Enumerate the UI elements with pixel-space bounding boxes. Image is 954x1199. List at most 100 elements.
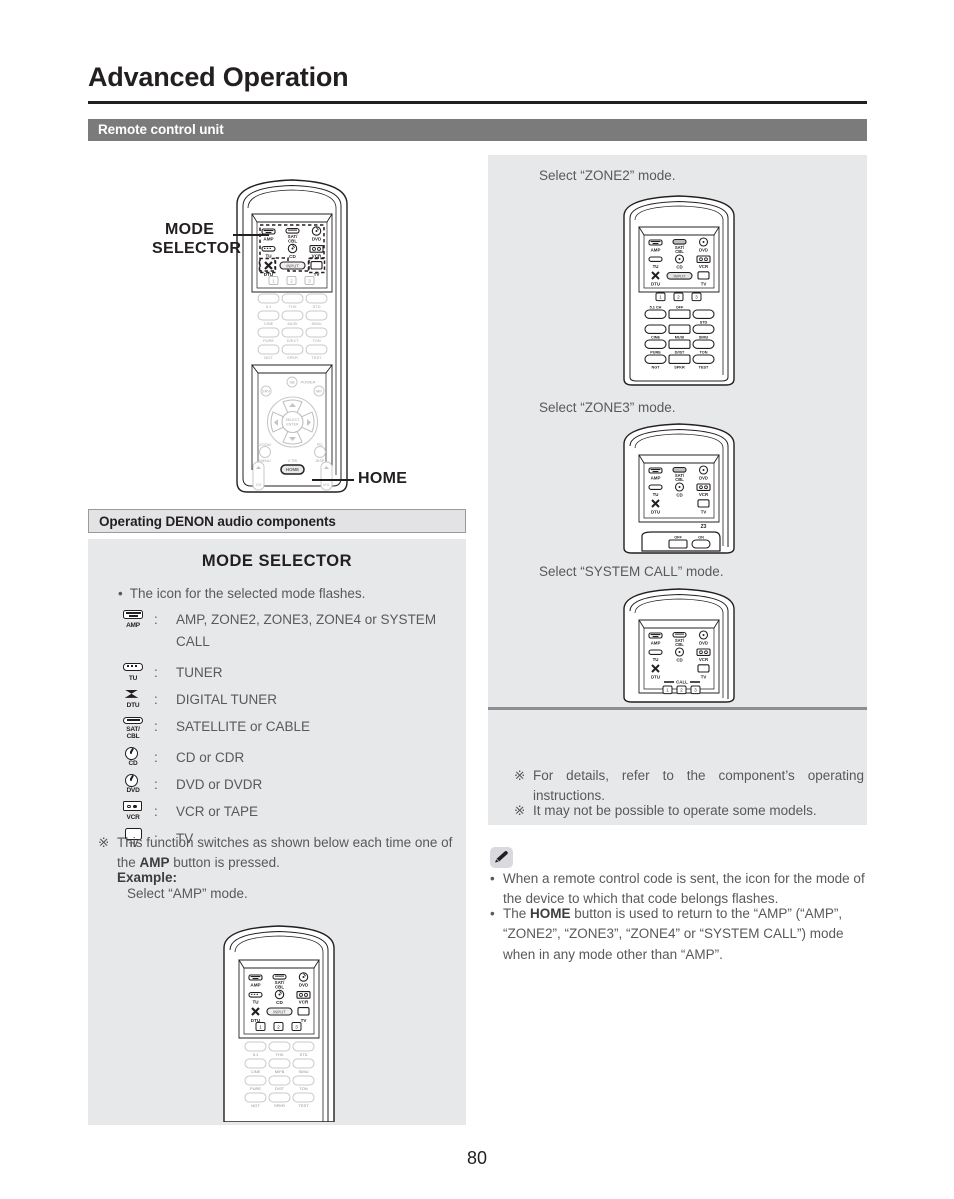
svg-text:AMP: AMP — [651, 641, 661, 646]
svg-text:1: 1 — [259, 1024, 262, 1029]
svg-text:2: 2 — [277, 1024, 280, 1029]
svg-text:3: 3 — [308, 278, 311, 283]
svg-text:VCR: VCR — [699, 657, 709, 662]
svg-text:CALL: CALL — [676, 680, 688, 685]
svg-text:TON: TON — [700, 351, 708, 355]
sub-section-band: Operating DENON audio components — [88, 509, 466, 533]
svg-text:ON: ON — [698, 536, 704, 540]
digital-tuner-icon: DTU — [118, 689, 154, 711]
mode-selector-callout: MODE — [165, 221, 214, 239]
page-number: 80 — [466, 1148, 488, 1168]
right-note-2: ※ It may not be possible to operate some… — [514, 801, 864, 821]
zone2-remote-illustration: AMP SAT/ CBL DVD TU CD VCR DTU INPUT TV … — [612, 192, 747, 387]
svg-text:VCR: VCR — [699, 492, 709, 497]
svg-text:CINE: CINE — [651, 336, 661, 340]
home-leader-line — [312, 479, 354, 481]
bottom-note-bullet: • — [490, 871, 495, 886]
zone3-remote-illustration: AMP SAT/ CBL DVD TU CD VCR DTU TV Z3 OFF… — [612, 420, 747, 555]
svg-text:OFF: OFF — [674, 536, 682, 540]
legend-colon: : — [154, 691, 158, 707]
svg-text:STD: STD — [700, 321, 708, 325]
sub-section-band-label: Operating DENON audio components — [99, 514, 336, 529]
vcr-icon-label: VCR — [126, 813, 140, 821]
svg-text:PURE: PURE — [650, 351, 661, 355]
svg-text:PIC: PIC — [317, 443, 324, 447]
svg-text:OFF: OFF — [676, 306, 684, 310]
zone3-caption: Select “ZONE3” mode. — [539, 400, 676, 415]
vcr-icon: VCR — [118, 800, 154, 823]
svg-text:2: 2 — [290, 278, 293, 283]
svg-text:CD: CD — [289, 254, 296, 259]
zone2-caption: Select “ZONE2” mode. — [539, 168, 676, 183]
legend-row: SAT/CBL : SATELLITE or CABLE — [118, 716, 466, 742]
svg-text:V.TRI: V.TRI — [288, 458, 298, 463]
svg-text:THX: THX — [276, 1052, 284, 1057]
mode-selector-callout-2: SELECTOR — [152, 240, 241, 258]
svg-text:CINE: CINE — [264, 321, 274, 326]
legend-colon: : — [154, 664, 158, 680]
svg-text:ENTER: ENTER — [286, 423, 299, 427]
svg-text:5.1: 5.1 — [253, 1052, 259, 1057]
cd-icon: CD — [118, 746, 154, 769]
amp-icon-label: AMP — [126, 622, 140, 629]
legend-row: TU : TUNER — [118, 662, 466, 684]
satellite-cable-icon: SAT/CBL — [118, 716, 154, 742]
svg-text:SPKR: SPKR — [674, 366, 685, 370]
mode-selector-callout-line2: SELECTOR — [152, 240, 242, 257]
svg-text:NGT: NGT — [251, 1103, 260, 1108]
svg-text:5.1 CH: 5.1 CH — [650, 306, 662, 310]
svg-text:DVD: DVD — [299, 983, 308, 988]
svg-text:MUSI: MUSI — [675, 336, 685, 340]
svg-text:D/EXT: D/EXT — [287, 338, 299, 343]
bottom-note-text: The HOME button is used to return to the… — [503, 904, 868, 965]
svg-text:CBL: CBL — [675, 642, 684, 647]
svg-text:TU: TU — [252, 1000, 259, 1005]
svg-text:TV: TV — [701, 675, 707, 680]
legend-row: VCR : VCR or TAPE — [118, 800, 466, 823]
svg-text:TU: TU — [653, 264, 659, 269]
bottom-note-2: • The HOME button is used to return to t… — [490, 904, 868, 965]
svg-text:MP: MP — [316, 389, 322, 394]
legend-row: DVD : DVD or DVDR — [118, 773, 466, 796]
manual-page: Advanced Operation Remote control unit A… — [0, 0, 954, 1199]
svg-text:SELECT: SELECT — [286, 418, 301, 422]
svg-text:CD: CD — [676, 265, 682, 270]
legend-text: TUNER — [176, 664, 223, 680]
svg-text:1: 1 — [272, 278, 275, 283]
satellite-cable-icon-label: SAT/CBL — [126, 725, 140, 740]
svg-text:PURE: PURE — [263, 338, 274, 343]
svg-text:NGT: NGT — [651, 366, 660, 370]
svg-text:POWER: POWER — [300, 380, 315, 385]
mode-selector-heading: MODE SELECTOR — [201, 552, 353, 570]
legend-text: VCR or TAPE — [176, 803, 259, 819]
svg-text:AMP: AMP — [250, 983, 260, 988]
legend-colon: : — [154, 749, 158, 765]
svg-text:STD: STD — [313, 304, 321, 309]
bottom-note-bold: HOME — [530, 906, 571, 921]
mode-selector-bullet-text: The icon for the selected mode flashes. — [129, 586, 366, 601]
home-callout-label: HOME — [358, 470, 408, 487]
svg-text:TON: TON — [312, 338, 320, 343]
svg-text:DVD: DVD — [699, 641, 708, 646]
svg-text:TV: TV — [314, 272, 321, 277]
dvd-icon: DVD — [118, 773, 154, 796]
svg-text:CD: CD — [676, 493, 682, 498]
svg-text:NGT: NGT — [264, 355, 273, 360]
system-call-remote-illustration: AMP SAT/ CBL DVD TU CD VCR DTU TV CALL 1… — [612, 585, 747, 703]
section-band: Remote control unit — [88, 119, 867, 141]
svg-text:AMP: AMP — [651, 476, 661, 481]
svg-text:TV: TV — [701, 282, 707, 287]
svg-text:INPUT: INPUT — [286, 263, 299, 268]
svg-text:TEST: TEST — [311, 355, 322, 360]
svg-text:DTU: DTU — [651, 282, 660, 287]
svg-text:SPKR: SPKR — [274, 1103, 285, 1108]
svg-text:CBL: CBL — [675, 477, 684, 482]
main-remote-illustration: AMP SAT/ CBL DVD TU CD VCR DTU INPUT TV … — [225, 170, 360, 495]
svg-text:STD: STD — [300, 1052, 308, 1057]
svg-text:CD: CD — [676, 658, 682, 663]
svg-text:SIMU: SIMU — [299, 1069, 309, 1074]
svg-text:SIMU: SIMU — [699, 336, 709, 340]
tuner-icon: TU — [118, 662, 154, 684]
legend-row: AMP : AMP, ZONE2, ZONE3, ZONE4 or SYSTEM… — [118, 609, 466, 653]
legend-text: AMP, ZONE2, ZONE3, ZONE4 or SYSTEM CALL — [176, 612, 437, 649]
